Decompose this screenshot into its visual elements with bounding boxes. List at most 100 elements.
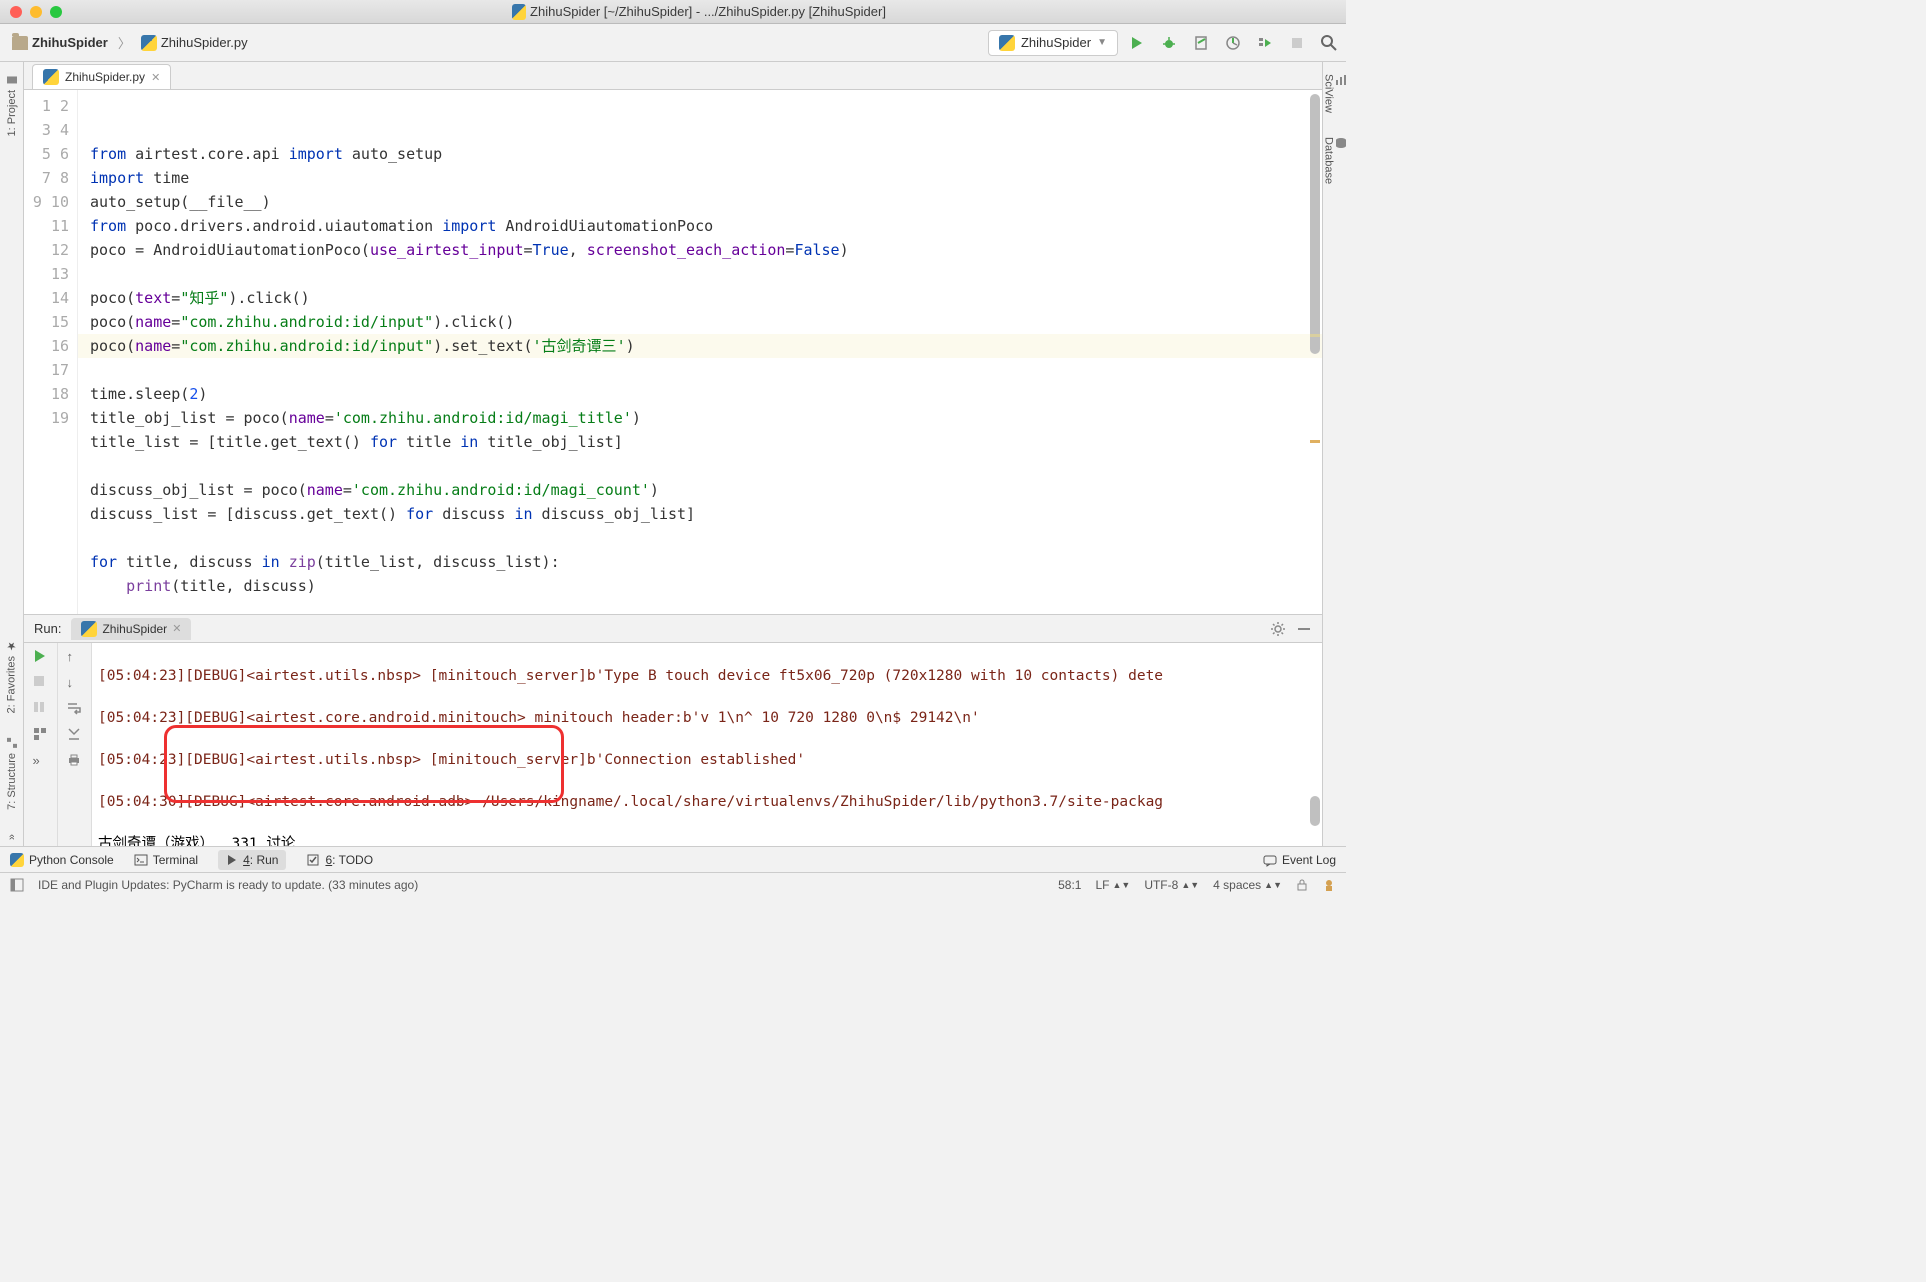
bottom-tab-label: Terminal [153,853,198,867]
up-button[interactable]: ↑ [67,649,83,665]
tool-window-toggle-icon[interactable] [10,878,24,892]
run-tab-label: ZhihuSpider [102,622,167,636]
sidebar-tab-favorites[interactable]: 2: Favorites ★ [3,633,20,719]
breadcrumb-file-label: ZhihuSpider.py [161,35,248,50]
console-scrollbar-thumb[interactable] [1310,796,1320,826]
terminal-icon [134,853,148,867]
layout-button[interactable] [33,727,49,743]
sidebar-tab-label: 2: Favorites [6,656,18,713]
close-tab-button[interactable]: ✕ [151,71,160,84]
run-header: Run: ZhihuSpider ✕ [24,615,1322,643]
rerun-button[interactable] [33,649,49,665]
python-icon [81,621,97,637]
titlebar: ZhihuSpider [~/ZhihuSpider] - .../ZhihuS… [0,0,1346,24]
print-button[interactable] [67,753,83,769]
scroll-to-end-button[interactable] [67,727,83,743]
minimize-window-button[interactable] [30,6,42,18]
run-tab[interactable]: ZhihuSpider ✕ [71,618,191,640]
status-encoding[interactable]: UTF-8 ▲▼ [1144,878,1199,892]
play-icon [226,854,238,866]
toolbar-actions [1128,34,1338,52]
folder-icon [12,36,28,50]
editor-tab-active[interactable]: ZhihuSpider.py ✕ [32,64,171,89]
python-icon [999,35,1015,51]
stop-button[interactable] [1288,34,1306,52]
gutter: 1 2 3 4 5 6 7 8 9 10 11 12 13 14 15 16 1… [24,90,78,614]
sidebar-tab-label: 7: Structure [6,753,18,810]
editor-tabs: ZhihuSpider.py ✕ [24,62,1322,90]
status-message: IDE and Plugin Updates: PyCharm is ready… [38,878,418,892]
maximize-window-button[interactable] [50,6,62,18]
left-tool-sidebar: 1: Project 2: Favorites ★ 7: Structure » [0,62,24,846]
bottom-tab-label: Python Console [29,853,114,867]
structure-icon [6,737,18,749]
breadcrumb-project[interactable]: ZhihuSpider [8,33,112,52]
python-icon [43,69,59,85]
sidebar-tab-database[interactable]: Database [1321,131,1349,190]
status-line-separator[interactable]: LF ▲▼ [1095,878,1130,892]
coverage-button[interactable] [1192,34,1210,52]
folder-icon [6,74,18,86]
bottom-tab-label: 4: Run [243,853,278,867]
run-button[interactable] [1128,34,1146,52]
settings-button[interactable] [1270,621,1286,637]
status-hector-icon[interactable] [1322,878,1336,892]
bottom-tab-run[interactable]: 4: Run [218,850,286,870]
database-icon [1335,137,1347,149]
profile-button[interactable] [1224,34,1242,52]
debug-button[interactable] [1160,34,1178,52]
close-window-button[interactable] [10,6,22,18]
run-controls-left: » [24,643,58,846]
status-cursor-position[interactable]: 58:1 [1058,878,1081,892]
python-icon [512,4,526,20]
sidebar-tab-sciview[interactable]: SciView [1321,68,1349,119]
bottom-tab-terminal[interactable]: Terminal [134,853,198,867]
breadcrumb-project-label: ZhihuSpider [32,35,108,50]
bottom-event-log[interactable]: Event Log [1263,853,1336,867]
log-line: [05:04:23][DEBUG]<airtest.utils.nbsp> [m… [98,666,1316,687]
python-icon [10,853,24,867]
sidebar-tab-label: SciView [1323,74,1335,113]
pause-button[interactable] [33,701,49,717]
breadcrumb-file[interactable]: ZhihuSpider.py [137,33,252,53]
status-readonly-toggle[interactable] [1296,879,1308,891]
run-controls-right: ↑ ↓ [58,643,92,846]
run-configuration-selector[interactable]: ZhihuSpider ▼ [988,30,1118,56]
main-area: 1: Project 2: Favorites ★ 7: Structure »… [0,62,1346,846]
down-button[interactable]: ↓ [67,675,83,691]
sidebar-tab-label: 1: Project [6,90,18,136]
editor-tab-label: ZhihuSpider.py [65,70,145,84]
sidebar-tab-project[interactable]: 1: Project [4,68,20,142]
window-title-text: ZhihuSpider [~/ZhihuSpider] - .../ZhihuS… [530,4,886,19]
code-area[interactable]: from airtest.core.api import auto_setup … [78,90,1322,614]
close-tab-button[interactable]: ✕ [172,622,181,635]
run-label: Run: [34,621,61,636]
sidebar-tab-label: Database [1323,137,1335,184]
window-title: ZhihuSpider [~/ZhihuSpider] - .../ZhihuS… [62,4,1336,19]
todo-icon [306,853,320,867]
chevron-down-icon: ▼ [1097,37,1107,48]
breadcrumb: ZhihuSpider 〉 ZhihuSpider.py [8,33,252,53]
editor-body[interactable]: 1 2 3 4 5 6 7 8 9 10 11 12 13 14 15 16 1… [24,90,1322,614]
bottom-tab-python-console[interactable]: Python Console [10,853,114,867]
log-line: [05:04:30][DEBUG]<airtest.core.android.a… [98,792,1316,813]
bottom-tab-todo[interactable]: 6: TODO [306,853,373,867]
stop-button[interactable] [33,675,49,691]
toolbar: ZhihuSpider 〉 ZhihuSpider.py ZhihuSpider… [0,24,1346,62]
run-tool-window: Run: ZhihuSpider ✕ » [24,614,1322,846]
soft-wrap-button[interactable] [67,701,83,717]
sidebar-more[interactable]: » [4,828,20,846]
more-button[interactable]: » [33,753,49,769]
bottom-tab-label: 6: TODO [325,853,373,867]
concurrency-button[interactable] [1256,34,1274,52]
run-config-name: ZhihuSpider [1021,35,1091,50]
status-indent[interactable]: 4 spaces ▲▼ [1213,878,1282,892]
search-everywhere-button[interactable] [1320,34,1338,52]
sidebar-tab-structure[interactable]: 7: Structure [4,731,20,816]
hide-button[interactable] [1296,621,1312,637]
console-output[interactable]: [05:04:23][DEBUG]<airtest.utils.nbsp> [m… [92,643,1322,846]
log-line: [05:04:23][DEBUG]<airtest.utils.nbsp> [m… [98,750,1316,771]
python-icon [141,35,157,51]
star-icon: ★ [5,639,18,652]
run-body: » ↑ ↓ [05:04:23][DEBUG]<airtest.utils.nb… [24,643,1322,846]
